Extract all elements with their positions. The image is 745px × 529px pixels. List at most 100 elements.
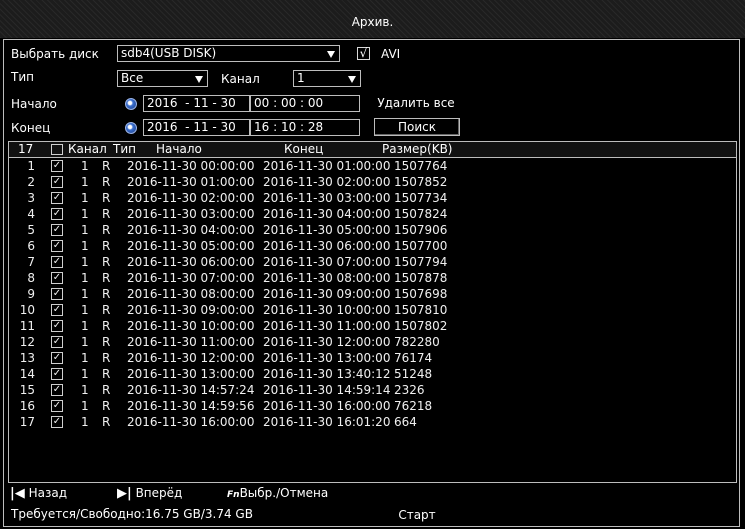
table-row[interactable]: 7 1 R 2016-11-30 06:00:00 2016-11-30 07:00:0…: [9, 254, 447, 270]
row-size: 76174: [394, 351, 433, 365]
row-start: 2016-11-30 16:00:00: [127, 415, 255, 429]
start-date-field[interactable]: 2016 - 11 - 30: [143, 95, 250, 112]
row-type: R: [102, 271, 111, 285]
back-control[interactable]: |◀ Назад: [10, 486, 67, 501]
table-row[interactable]: 5 1 R 2016-11-30 04:00:00 2016-11-30 05:00:0…: [9, 222, 447, 238]
row-number: 2: [27, 175, 35, 189]
row-checkbox[interactable]: ✓: [51, 352, 63, 364]
channel-select[interactable]: 1: [293, 70, 361, 87]
row-end: 2016-11-30 13:00:00: [263, 351, 391, 365]
clock-icon[interactable]: [125, 122, 137, 134]
row-end: 2016-11-30 02:00:00: [263, 175, 391, 189]
table-row[interactable]: 4 1 R 2016-11-30 03:00:00 2016-11-30 04:00:0…: [9, 206, 447, 222]
row-type: R: [102, 399, 111, 413]
row-checkbox[interactable]: ✓: [51, 400, 63, 412]
row-checkbox[interactable]: ✓: [51, 160, 63, 172]
row-start: 2016-11-30 12:00:00: [127, 351, 255, 365]
skip-forward-icon: ▶|: [117, 486, 132, 501]
row-size: 1507764: [394, 159, 448, 173]
row-checkbox[interactable]: ✓: [51, 176, 63, 188]
row-channel: 1: [81, 175, 89, 189]
row-type: R: [102, 367, 111, 381]
table-row[interactable]: 14 1 R 2016-11-30 13:00:00 2016-11-30 13:40:…: [9, 366, 433, 382]
table-row[interactable]: 17 1 R 2016-11-30 16:00:00 2016-11-30 16:01:…: [9, 414, 429, 430]
disk-select[interactable]: sdb4(USB DISK): [117, 45, 340, 62]
avi-checkbox[interactable]: √: [357, 47, 370, 60]
start-time-field[interactable]: 00 : 00 : 00: [250, 95, 360, 112]
table-row[interactable]: 1 1 R 2016-11-30 00:00:00 2016-11-30 01:00:0…: [9, 158, 447, 174]
row-checkbox[interactable]: ✓: [51, 208, 63, 220]
row-number: 4: [27, 207, 35, 221]
checkmark-icon: √: [359, 46, 368, 60]
select-cancel-control[interactable]: FnВыбр./Отмена: [227, 486, 328, 500]
row-checkbox[interactable]: ✓: [51, 192, 63, 204]
row-size: 51248: [394, 367, 433, 381]
row-size: 1507810: [394, 303, 448, 317]
row-type: R: [102, 223, 111, 237]
row-checkbox[interactable]: ✓: [51, 320, 63, 332]
row-checkbox[interactable]: ✓: [51, 368, 63, 380]
start-button[interactable]: Старт: [374, 505, 460, 523]
header-channel: Канал: [68, 142, 107, 156]
row-start: 2016-11-30 04:00:00: [127, 223, 255, 237]
row-end: 2016-11-30 10:00:00: [263, 303, 391, 317]
row-checkbox[interactable]: ✓: [51, 304, 63, 316]
table-row[interactable]: 9 1 R 2016-11-30 08:00:00 2016-11-30 09:00:0…: [9, 286, 447, 302]
forward-control[interactable]: ▶| Вперёд: [117, 486, 182, 501]
row-number: 3: [27, 191, 35, 205]
row-end: 2016-11-30 11:00:00: [263, 319, 391, 333]
row-channel: 1: [81, 319, 89, 333]
row-number: 15: [19, 383, 35, 397]
row-start: 2016-11-30 13:00:00: [127, 367, 255, 381]
row-size: 1507802: [394, 319, 448, 333]
row-size: 1507698: [394, 287, 448, 301]
row-channel: 1: [81, 415, 89, 429]
row-channel: 1: [81, 255, 89, 269]
table-row[interactable]: 15 1 R 2016-11-30 14:57:24 2016-11-30 14:59:…: [9, 382, 429, 398]
table-row[interactable]: 3 1 R 2016-11-30 02:00:00 2016-11-30 03:00:0…: [9, 190, 447, 206]
row-checkbox[interactable]: ✓: [51, 384, 63, 396]
table-row[interactable]: 13 1 R 2016-11-30 12:00:00 2016-11-30 13:00:…: [9, 350, 433, 366]
row-number: 1: [27, 159, 35, 173]
row-channel: 1: [81, 303, 89, 317]
row-number: 13: [19, 351, 35, 365]
table-row[interactable]: 10 1 R 2016-11-30 09:00:00 2016-11-30 10:00:…: [9, 302, 448, 318]
table-row[interactable]: 12 1 R 2016-11-30 11:00:00 2016-11-30 12:00:…: [9, 334, 440, 350]
search-button[interactable]: Поиск: [374, 118, 460, 136]
table-row[interactable]: 2 1 R 2016-11-30 01:00:00 2016-11-30 02:00:0…: [9, 174, 447, 190]
row-end: 2016-11-30 05:00:00: [263, 223, 391, 237]
row-checkbox[interactable]: ✓: [51, 336, 63, 348]
row-checkbox[interactable]: ✓: [51, 240, 63, 252]
results-table: 17 Канал Тип Начало Конец Размер(KB) 11R…: [8, 141, 737, 483]
row-type: R: [102, 191, 111, 205]
row-checkbox[interactable]: ✓: [51, 288, 63, 300]
row-type: R: [102, 303, 111, 317]
table-row[interactable]: 6 1 R 2016-11-30 05:00:00 2016-11-30 06:00:0…: [9, 238, 447, 254]
row-size: 2326: [394, 383, 425, 397]
row-size: 76218: [394, 399, 433, 413]
select-all-checkbox[interactable]: [51, 144, 63, 155]
title-bar: Архив.: [0, 0, 745, 38]
delete-all-button[interactable]: Удалить все: [372, 94, 460, 112]
row-size: 1507824: [394, 207, 448, 221]
table-row[interactable]: 8 1 R 2016-11-30 07:00:00 2016-11-30 08:00:0…: [9, 270, 447, 286]
row-start: 2016-11-30 00:00:00: [127, 159, 255, 173]
end-time-field[interactable]: 16 : 10 : 28: [250, 119, 360, 136]
row-checkbox[interactable]: ✓: [51, 256, 63, 268]
row-channel: 1: [81, 239, 89, 253]
row-type: R: [102, 319, 111, 333]
row-checkbox[interactable]: ✓: [51, 224, 63, 236]
dropdown-arrow-icon: [348, 76, 356, 83]
header-type: Тип: [113, 142, 136, 156]
forward-label: Вперёд: [135, 486, 183, 500]
end-date-field[interactable]: 2016 - 11 - 30: [143, 119, 250, 136]
row-channel: 1: [81, 335, 89, 349]
row-checkbox[interactable]: ✓: [51, 272, 63, 284]
row-checkbox[interactable]: ✓: [51, 416, 63, 428]
type-select[interactable]: Все: [117, 70, 208, 87]
table-row[interactable]: 16 1 R 2016-11-30 14:59:56 2016-11-30 16:00:…: [9, 398, 433, 414]
row-channel: 1: [81, 207, 89, 221]
clock-icon[interactable]: [125, 98, 137, 110]
table-row[interactable]: 11 1 R 2016-11-30 10:00:00 2016-11-30 11:00:…: [9, 318, 448, 334]
row-start: 2016-11-30 01:00:00: [127, 175, 255, 189]
